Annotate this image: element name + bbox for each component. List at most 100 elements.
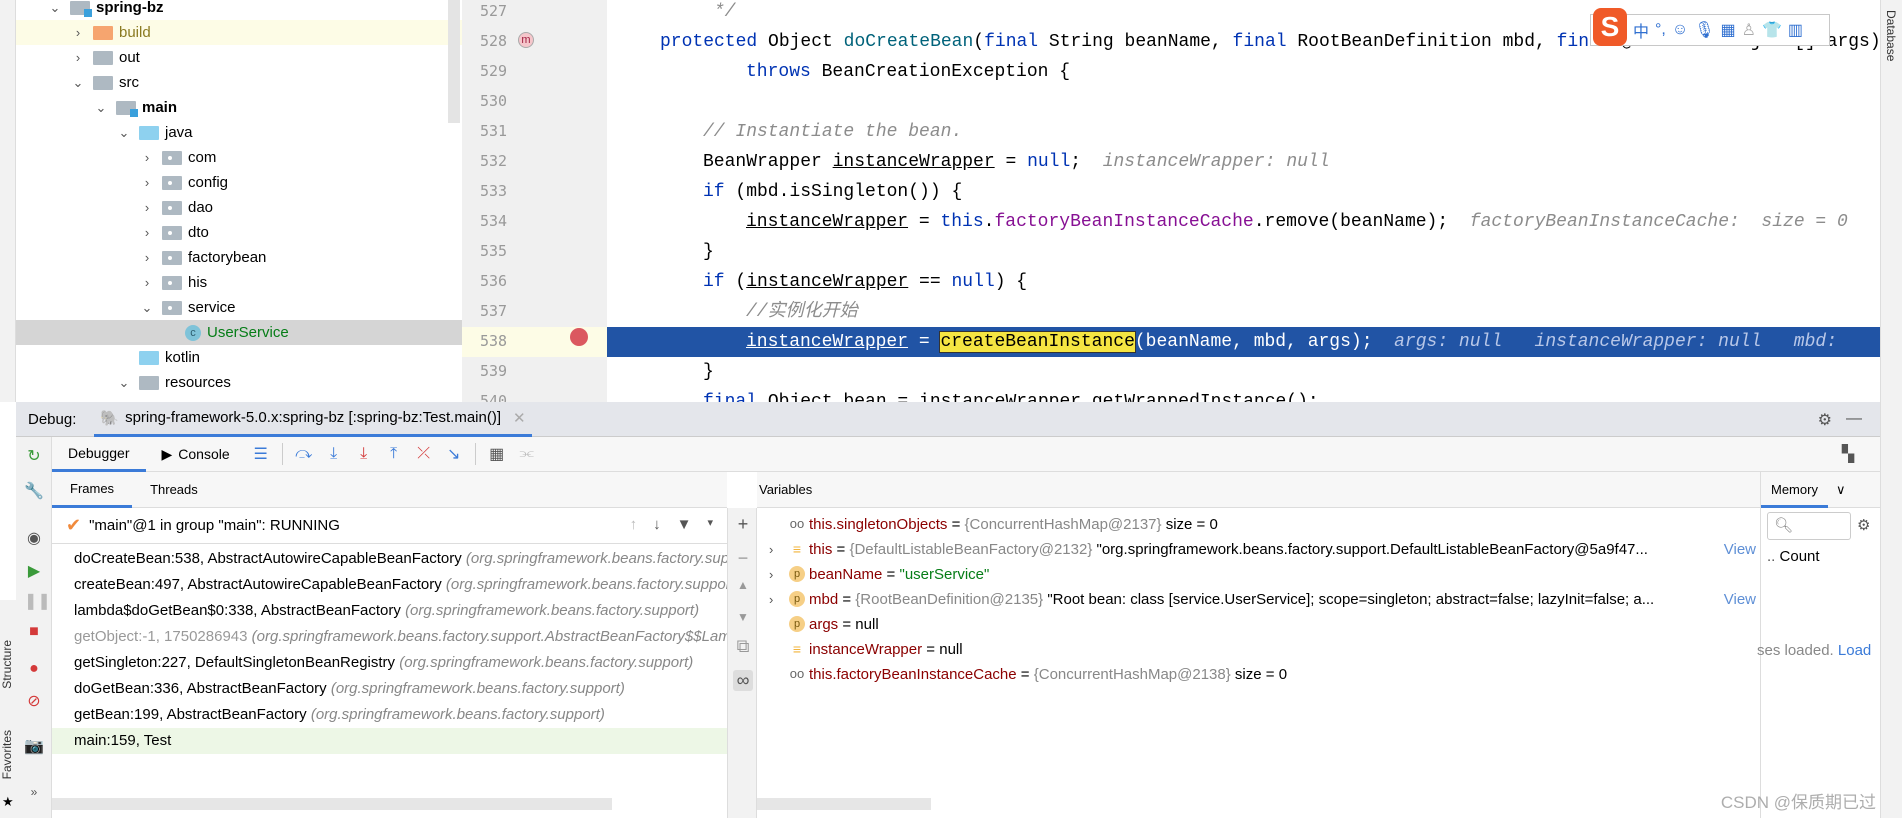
rerun-icon[interactable]: ↻ [24, 447, 44, 467]
ime-toolbar[interactable]: S 中 °, ☺ 🎙 ▦ ♙ 👕 ▥ [1590, 8, 1830, 46]
code-line[interactable]: throws BeanCreationException { [607, 57, 1880, 87]
code-line[interactable]: instanceWrapper = this.factoryBeanInstan… [607, 207, 1880, 237]
tree-item[interactable]: ⌄ src [16, 70, 462, 95]
skin-icon[interactable]: 👕 [1762, 20, 1782, 40]
chevron-right-icon[interactable]: › [140, 250, 154, 265]
step-over-icon[interactable]: ⤼ [292, 445, 316, 463]
evaluate-expression-icon[interactable]: ▦ [485, 444, 509, 464]
tree-item[interactable]: kotlin [16, 345, 462, 370]
variable-row[interactable]: › p beanName = "userService" [757, 562, 1760, 587]
variable-row[interactable]: p args = null [757, 612, 1760, 637]
chevron-down-icon[interactable]: ⌄ [140, 300, 154, 316]
chevron-right-icon[interactable]: › [140, 150, 154, 165]
force-step-into-icon[interactable]: ⤓ [352, 445, 376, 463]
variable-row[interactable]: › ≡ this = {DefaultListableBeanFactory@213… [757, 537, 1760, 562]
minimize-icon[interactable]: — [1846, 410, 1862, 430]
line-number[interactable]: 529 [480, 62, 530, 80]
line-number[interactable]: 539 [480, 362, 530, 380]
tree-item[interactable]: › factorybean [16, 245, 462, 270]
grid-icon[interactable]: ▥ [1788, 20, 1803, 40]
count-column-header[interactable]: Count [1780, 548, 1820, 565]
line-number[interactable]: 536 [480, 272, 530, 290]
tree-item[interactable]: ⌄ java [16, 120, 462, 145]
chevron-right-icon[interactable]: › [140, 275, 154, 290]
keyboard-icon[interactable]: ▦ [1721, 20, 1736, 40]
tree-item[interactable]: › config [16, 170, 462, 195]
load-classes-link[interactable]: Load [1838, 642, 1871, 659]
run-to-cursor-icon[interactable]: ↘ [442, 444, 466, 464]
add-watch-icon[interactable]: + [733, 514, 753, 535]
line-number[interactable]: 527 [480, 2, 530, 20]
thread-selector[interactable]: ✔ "main"@1 in group "main": RUNNING ↑ ↓ … [52, 508, 727, 544]
line-number[interactable]: 531 [480, 122, 530, 140]
line-number[interactable]: 537 [480, 302, 530, 320]
move-down-icon[interactable]: ▼ [733, 610, 753, 624]
gear-icon[interactable]: ⚙ [1857, 516, 1870, 534]
chevron-down-icon[interactable]: ⌄ [117, 125, 131, 141]
step-out-icon[interactable]: ⤒ [382, 445, 406, 463]
structure-tool-tab[interactable]: Structure [0, 640, 14, 689]
code-line[interactable]: } [607, 237, 1880, 267]
emoji-icon[interactable]: ☺ [1672, 21, 1688, 39]
wrench-icon[interactable]: 🔧 [24, 482, 44, 502]
favorites-tool-tab[interactable]: Favorites [0, 730, 14, 779]
method-override-icon[interactable]: m [518, 32, 534, 48]
chevron-right-icon[interactable]: › [140, 175, 154, 190]
more-icon[interactable]: » [24, 782, 44, 802]
code-line[interactable]: final Object bean = instanceWrapper.getW… [607, 387, 1880, 402]
view-breakpoints-eye-icon[interactable]: ◉ [24, 529, 44, 549]
line-number[interactable]: 535 [480, 242, 530, 260]
dropdown-icon[interactable]: ▾ [707, 516, 713, 533]
stack-frame[interactable]: lambda$doGetBean$0:338, AbstractBeanFact… [52, 598, 727, 624]
frames-scrollbar[interactable] [52, 798, 612, 810]
arrow-down-icon[interactable]: ↓ [653, 516, 661, 533]
chevron-right-icon[interactable]: › [71, 25, 85, 40]
tree-scrollbar[interactable] [448, 0, 460, 123]
code-line[interactable]: //实例化开始 [607, 297, 1880, 327]
stack-frame[interactable]: createBean:497, AbstractAutowireCapableB… [52, 572, 727, 598]
line-number[interactable]: 532 [480, 152, 530, 170]
code-line[interactable]: if (mbd.isSingleton()) { [607, 177, 1880, 207]
tree-item[interactable]: › com [16, 145, 462, 170]
chevron-down-icon[interactable]: ⌄ [71, 75, 85, 91]
variable-row[interactable]: › p mbd = {RootBeanDefinition@2135} "Root … [757, 587, 1760, 612]
tab-console[interactable]: ▶ Console [146, 437, 246, 472]
memory-search-input[interactable]: 🔍︎ [1767, 512, 1851, 540]
variable-row[interactable]: oo this.factoryBeanInstanceCache = {Concu… [757, 662, 1760, 687]
line-number[interactable]: 530 [480, 92, 530, 110]
move-up-icon[interactable]: ▲ [733, 578, 753, 592]
close-icon[interactable]: ✕ [513, 409, 526, 427]
resume-icon[interactable]: ▶ [24, 562, 44, 582]
tab-debugger[interactable]: Debugger [52, 437, 146, 472]
copy-icon[interactable]: ⧉ [733, 636, 753, 657]
tree-item[interactable]: ⌄ service [16, 295, 462, 320]
tab-memory[interactable]: Memory [1761, 472, 1828, 508]
variable-row[interactable]: ≡ instanceWrapper = null [757, 637, 1760, 662]
stop-icon[interactable]: ■ [24, 622, 44, 642]
tree-item[interactable]: › dao [16, 195, 462, 220]
code-line[interactable]: // Instantiate the bean. [607, 117, 1880, 147]
tree-item[interactable]: ⌄ resources [16, 370, 462, 395]
chevron-right-icon[interactable]: › [140, 225, 154, 240]
stack-frame[interactable]: doCreateBean:538, AbstractAutowireCapabl… [52, 546, 727, 572]
view-link[interactable]: View [1721, 587, 1756, 612]
chevron-down-icon[interactable]: ∨ [1836, 482, 1846, 498]
tab-frames[interactable]: Frames [52, 472, 133, 508]
layout-settings-icon[interactable]: ▚ [1836, 444, 1860, 464]
view-link[interactable]: View [1721, 537, 1756, 562]
line-number[interactable]: 534 [480, 212, 530, 230]
chevron-right-icon[interactable]: › [140, 200, 154, 215]
code-editor[interactable]: */protected Object doCreateBean(final St… [607, 0, 1880, 402]
variable-row[interactable]: oo this.singletonObjects = {ConcurrentHas… [757, 512, 1760, 537]
pause-icon[interactable]: ❚❚ [24, 592, 51, 612]
gear-icon[interactable]: ⚙ [1818, 410, 1832, 430]
view-breakpoints-icon[interactable]: ● [24, 659, 44, 679]
debug-session-tab[interactable]: 🐘 spring-framework-5.0.x:spring-bz [:spr… [94, 402, 532, 437]
chevron-down-icon[interactable]: ⌄ [117, 375, 131, 391]
chevron-down-icon[interactable]: ⌄ [48, 0, 62, 16]
tree-item[interactable]: › his [16, 270, 462, 295]
line-number[interactable]: 538 [480, 332, 530, 350]
chevron-right-icon[interactable]: › [71, 50, 85, 65]
camera-icon[interactable]: 📷 [24, 737, 44, 757]
stack-frame[interactable]: getSingleton:227, DefaultSingletonBeanRe… [52, 650, 727, 676]
